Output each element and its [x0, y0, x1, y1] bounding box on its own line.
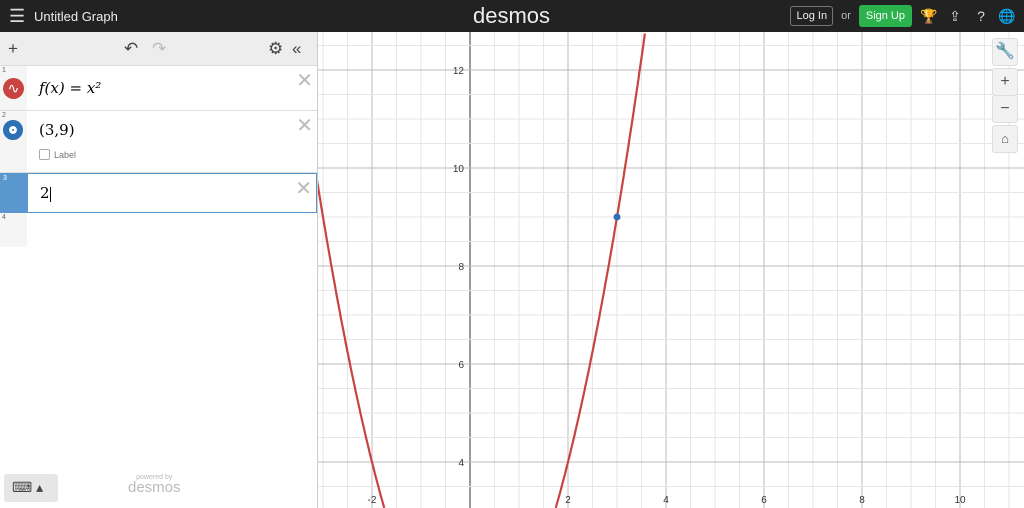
- delete-icon[interactable]: ✕: [296, 113, 313, 138]
- curve-color-icon[interactable]: ∿: [3, 78, 24, 99]
- y-tick-label: 10: [453, 164, 465, 175]
- powered-by: powered by desmos: [128, 474, 181, 495]
- row-number: 2: [2, 112, 6, 119]
- signup-button[interactable]: Sign Up: [858, 5, 912, 27]
- expression-row-4[interactable]: 4: [0, 213, 317, 247]
- expression-row-1[interactable]: 1 ∿ f(x) = x² ✕: [0, 66, 317, 111]
- wrench-icon[interactable]: 🔧: [992, 38, 1018, 66]
- y-tick-label: 8: [458, 262, 464, 273]
- x-tick-label: 4: [663, 495, 669, 506]
- home-button[interactable]: ⌂: [992, 125, 1018, 153]
- expression-text[interactable]: (3,9): [39, 121, 75, 139]
- label-checkbox[interactable]: [39, 149, 50, 160]
- or-text: or: [841, 10, 851, 22]
- globe-icon[interactable]: 🌐: [998, 8, 1016, 25]
- y-tick-label: 6: [458, 360, 464, 371]
- curve-f: [318, 179, 386, 508]
- zoom-in-button[interactable]: +: [992, 68, 1018, 96]
- expression-panel: + ↶ ↷ ⚙ « 1 ∿ f(x) = x² ✕ 2 (3,9) Label ✕…: [0, 32, 318, 508]
- expression-toolbar: + ↶ ↷ ⚙ «: [0, 32, 317, 66]
- zoom-out-button[interactable]: −: [992, 95, 1018, 123]
- y-tick-label: 4: [458, 458, 464, 469]
- undo-icon[interactable]: ↶: [124, 39, 138, 59]
- x-tick-label: 6: [761, 495, 767, 506]
- graph-svg[interactable]: -2 2 4 6 8 10 4 6 8 10 12: [318, 32, 1024, 508]
- top-bar: ☰ Untitled Graph desmos Log In or Sign U…: [0, 0, 1024, 32]
- redo-icon[interactable]: ↷: [152, 39, 166, 59]
- graph-canvas[interactable]: -2 2 4 6 8 10 4 6 8 10 12 🔧 + − ⌂: [318, 32, 1024, 508]
- point-color-icon[interactable]: [3, 120, 23, 140]
- x-tick-label: -2: [368, 495, 377, 506]
- expression-input[interactable]: 2: [40, 184, 50, 202]
- row-number: 1: [2, 67, 6, 74]
- label-text: Label: [54, 149, 77, 160]
- x-tick-label: 8: [859, 495, 865, 506]
- trophy-icon[interactable]: 🏆: [920, 8, 938, 25]
- add-icon[interactable]: +: [8, 39, 18, 59]
- powered-brand: desmos: [128, 479, 181, 496]
- keyboard-button[interactable]: ⌨ ▴: [4, 474, 58, 502]
- help-icon[interactable]: ?: [972, 8, 990, 24]
- expression-text[interactable]: f(x) = x²: [39, 79, 101, 97]
- login-button[interactable]: Log In: [790, 6, 834, 26]
- x-tick-label: 2: [565, 495, 571, 506]
- x-tick-label: 10: [954, 495, 966, 506]
- delete-icon[interactable]: ✕: [296, 68, 313, 93]
- point-3-9: [613, 213, 621, 221]
- curve-f: [554, 33, 646, 508]
- menu-icon[interactable]: ☰: [9, 6, 25, 27]
- graph-title[interactable]: Untitled Graph: [34, 9, 118, 24]
- gear-icon[interactable]: ⚙: [268, 39, 283, 59]
- expression-row-3[interactable]: 3 2 ✕: [0, 173, 317, 213]
- desmos-logo: desmos: [473, 3, 551, 28]
- delete-icon[interactable]: ✕: [295, 176, 312, 201]
- row-number: 3: [3, 175, 7, 182]
- row-number: 4: [2, 214, 6, 221]
- y-tick-label: 12: [453, 66, 465, 77]
- collapse-icon[interactable]: «: [292, 39, 301, 59]
- share-icon[interactable]: ⇪: [946, 8, 964, 25]
- expression-row-2[interactable]: 2 (3,9) Label ✕: [0, 111, 317, 173]
